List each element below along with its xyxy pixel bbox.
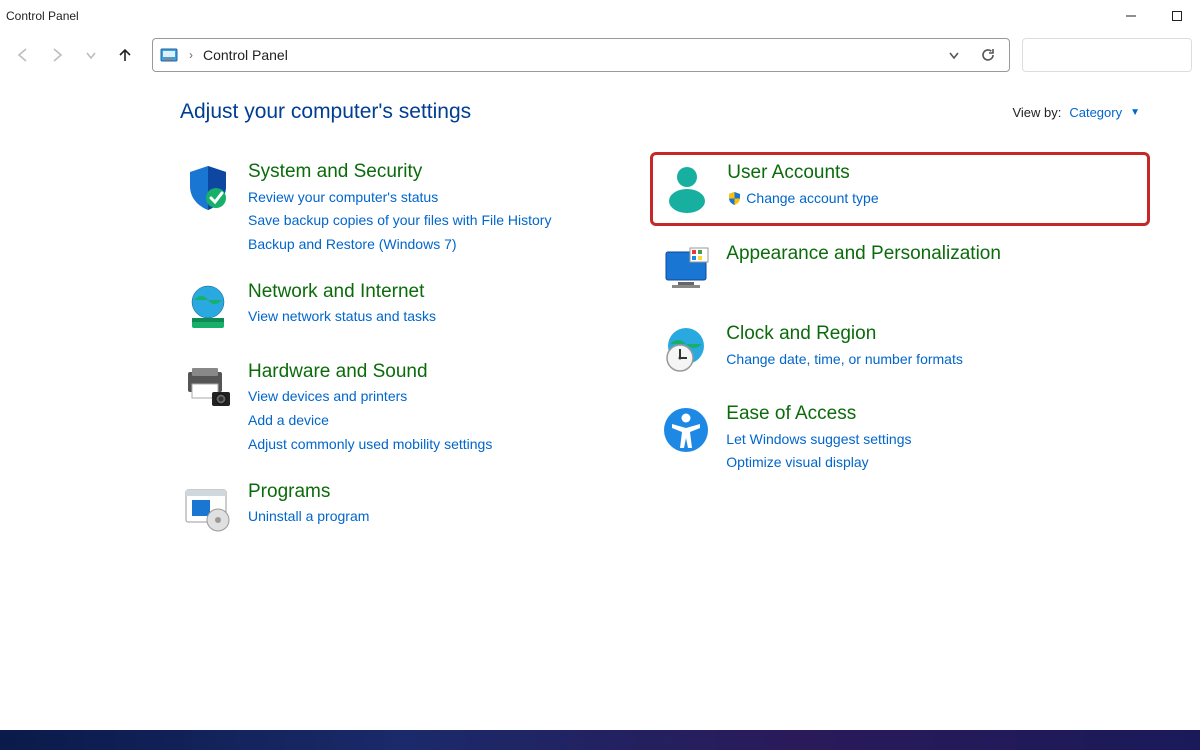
category-clock-and-region: Clock and Region Change date, time, or n… bbox=[658, 322, 1150, 378]
heading-row: Adjust your computer's settings View by:… bbox=[180, 100, 1150, 124]
link-network-status[interactable]: View network status and tasks bbox=[248, 306, 436, 328]
address-history-button[interactable] bbox=[939, 40, 969, 70]
recent-locations-button[interactable] bbox=[74, 38, 108, 72]
globe-icon bbox=[180, 280, 236, 336]
category-hardware-and-sound: Hardware and Sound View devices and prin… bbox=[180, 360, 648, 456]
view-by-value: Category bbox=[1069, 105, 1122, 120]
link-change-account-type[interactable]: Change account type bbox=[727, 188, 878, 210]
category-title-clock-region[interactable]: Clock and Region bbox=[726, 322, 963, 347]
maximize-button[interactable] bbox=[1154, 0, 1200, 32]
page-heading: Adjust your computer's settings bbox=[180, 100, 471, 124]
category-ease-of-access: Ease of Access Let Windows suggest setti… bbox=[658, 402, 1150, 474]
minimize-button[interactable] bbox=[1108, 0, 1154, 32]
category-programs: Programs Uninstall a program bbox=[180, 480, 648, 536]
address-bar[interactable]: › Control Panel bbox=[152, 38, 1010, 72]
left-column: System and Security Review your computer… bbox=[180, 160, 648, 560]
breadcrumb-control-panel[interactable]: Control Panel bbox=[203, 47, 288, 63]
window-controls bbox=[1108, 0, 1200, 32]
link-date-time-formats[interactable]: Change date, time, or number formats bbox=[726, 349, 963, 371]
category-user-accounts: User Accounts Change account type bbox=[650, 152, 1150, 226]
category-title-ease-of-access[interactable]: Ease of Access bbox=[726, 402, 911, 427]
link-change-account-type-label: Change account type bbox=[746, 188, 878, 210]
link-devices-printers[interactable]: View devices and printers bbox=[248, 386, 492, 408]
link-suggest-settings[interactable]: Let Windows suggest settings bbox=[726, 429, 911, 451]
link-add-device[interactable]: Add a device bbox=[248, 410, 492, 432]
category-appearance: Appearance and Personalization bbox=[658, 242, 1150, 298]
right-column: User Accounts Change account type bbox=[658, 160, 1150, 560]
title-bar: Control Panel bbox=[0, 0, 1200, 32]
programs-icon bbox=[180, 480, 236, 536]
control-panel-icon bbox=[159, 45, 179, 65]
taskbar-fragment bbox=[0, 730, 1200, 750]
refresh-button[interactable] bbox=[973, 40, 1003, 70]
category-title-appearance[interactable]: Appearance and Personalization bbox=[726, 242, 1001, 267]
category-title-network[interactable]: Network and Internet bbox=[248, 280, 436, 305]
view-by-selector[interactable]: View by: Category ▼ bbox=[1012, 105, 1140, 120]
link-backup-restore[interactable]: Backup and Restore (Windows 7) bbox=[248, 234, 551, 256]
category-title-hardware[interactable]: Hardware and Sound bbox=[248, 360, 492, 385]
back-button[interactable] bbox=[6, 38, 40, 72]
window-title: Control Panel bbox=[6, 9, 79, 23]
link-review-status[interactable]: Review your computer's status bbox=[248, 187, 551, 209]
search-input[interactable] bbox=[1022, 38, 1192, 72]
accessibility-icon bbox=[658, 402, 714, 458]
category-network-and-internet: Network and Internet View network status… bbox=[180, 280, 648, 336]
shield-icon bbox=[180, 160, 236, 216]
nav-bar: › Control Panel bbox=[0, 32, 1200, 82]
forward-button[interactable] bbox=[40, 38, 74, 72]
caret-down-icon: ▼ bbox=[1130, 107, 1140, 118]
category-title-system[interactable]: System and Security bbox=[248, 160, 551, 185]
view-by-label: View by: bbox=[1012, 105, 1061, 120]
monitor-icon bbox=[658, 242, 714, 298]
link-uninstall[interactable]: Uninstall a program bbox=[248, 506, 369, 528]
printer-camera-icon bbox=[180, 360, 236, 416]
content-area: Adjust your computer's settings View by:… bbox=[0, 82, 1200, 560]
chevron-right-icon: › bbox=[183, 48, 199, 62]
category-title-user-accounts[interactable]: User Accounts bbox=[727, 161, 878, 186]
link-mobility-settings[interactable]: Adjust commonly used mobility settings bbox=[248, 434, 492, 456]
link-file-history[interactable]: Save backup copies of your files with Fi… bbox=[248, 210, 551, 232]
user-accounts-icon bbox=[659, 161, 715, 217]
link-optimize-display[interactable]: Optimize visual display bbox=[726, 452, 911, 474]
category-columns: System and Security Review your computer… bbox=[180, 160, 1150, 560]
up-button[interactable] bbox=[108, 38, 142, 72]
category-system-and-security: System and Security Review your computer… bbox=[180, 160, 648, 256]
uac-shield-icon bbox=[727, 191, 742, 206]
clock-globe-icon bbox=[658, 322, 714, 378]
category-title-programs[interactable]: Programs bbox=[248, 480, 369, 505]
